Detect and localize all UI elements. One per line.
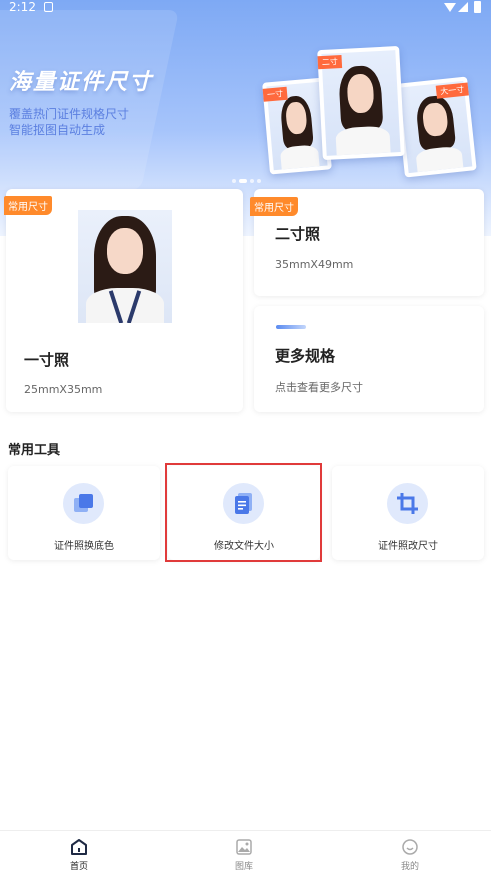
card-title: 二寸照: [275, 225, 321, 243]
tab-label: 首页: [69, 862, 88, 872]
notification-icon: [44, 2, 53, 12]
home-icon: [71, 839, 87, 855]
tool-change-background[interactable]: 证件照换底色: [8, 466, 160, 560]
card-one-inch-photo[interactable]: 常用尺寸 一寸照 25mmX35mm: [4, 189, 243, 412]
tab-gallery[interactable]: 图库: [214, 837, 274, 872]
banner-subtitle-2: 智能抠图自动生成: [9, 123, 106, 137]
banner-decoration: [0, 10, 180, 190]
card-title: 一寸照: [24, 351, 70, 369]
banner-title: 海量证件尺寸: [9, 70, 154, 95]
signal-icon: [458, 2, 468, 12]
crop-icon: [387, 483, 428, 524]
gallery-icon: [236, 839, 252, 855]
status-time: 2:12: [9, 0, 36, 14]
bottom-tab-bar: 首页 图库 我的: [0, 830, 491, 875]
banner-photo-two-inch: 大一寸: [395, 76, 477, 178]
card-size: 35mmX49mm: [275, 258, 354, 271]
highlight-box: [165, 463, 322, 562]
tab-label: 我的: [400, 862, 419, 872]
tool-label: 证件照换底色: [54, 541, 114, 552]
profile-icon: [402, 839, 418, 855]
card-size: 25mmX35mm: [24, 383, 103, 396]
decorative-bar: [276, 325, 306, 329]
layers-icon: [63, 483, 104, 524]
battery-icon: [474, 1, 481, 13]
common-size-badge: 常用尺寸: [4, 196, 52, 215]
card-description: 点击查看更多尺寸: [275, 381, 363, 394]
banner-photo-tag: 一寸: [262, 86, 288, 102]
wifi-icon: [444, 3, 456, 12]
tab-profile[interactable]: 我的: [380, 837, 440, 872]
status-bar: 2:12: [0, 0, 491, 16]
banner-photo-tag: 二寸: [317, 54, 343, 70]
card-two-inch-photo[interactable]: 常用尺寸 二寸照 35mmX49mm: [250, 189, 484, 296]
sample-portrait: [78, 210, 172, 323]
banner-pagination: [232, 168, 264, 187]
card-title: 更多规格: [275, 347, 336, 365]
banner-photo-big: 二寸: [317, 45, 405, 161]
tab-label: 图库: [234, 862, 253, 872]
section-title-tools: 常用工具: [8, 443, 61, 458]
tool-label: 证件照改尺寸: [378, 541, 438, 552]
tab-home[interactable]: 首页: [49, 837, 109, 872]
banner-subtitle: 覆盖热门证件规格尺寸: [9, 107, 130, 121]
tool-change-size[interactable]: 证件照改尺寸: [332, 466, 484, 560]
common-size-badge: 常用尺寸: [250, 197, 298, 216]
card-more-sizes[interactable]: 更多规格 点击查看更多尺寸: [254, 306, 484, 412]
